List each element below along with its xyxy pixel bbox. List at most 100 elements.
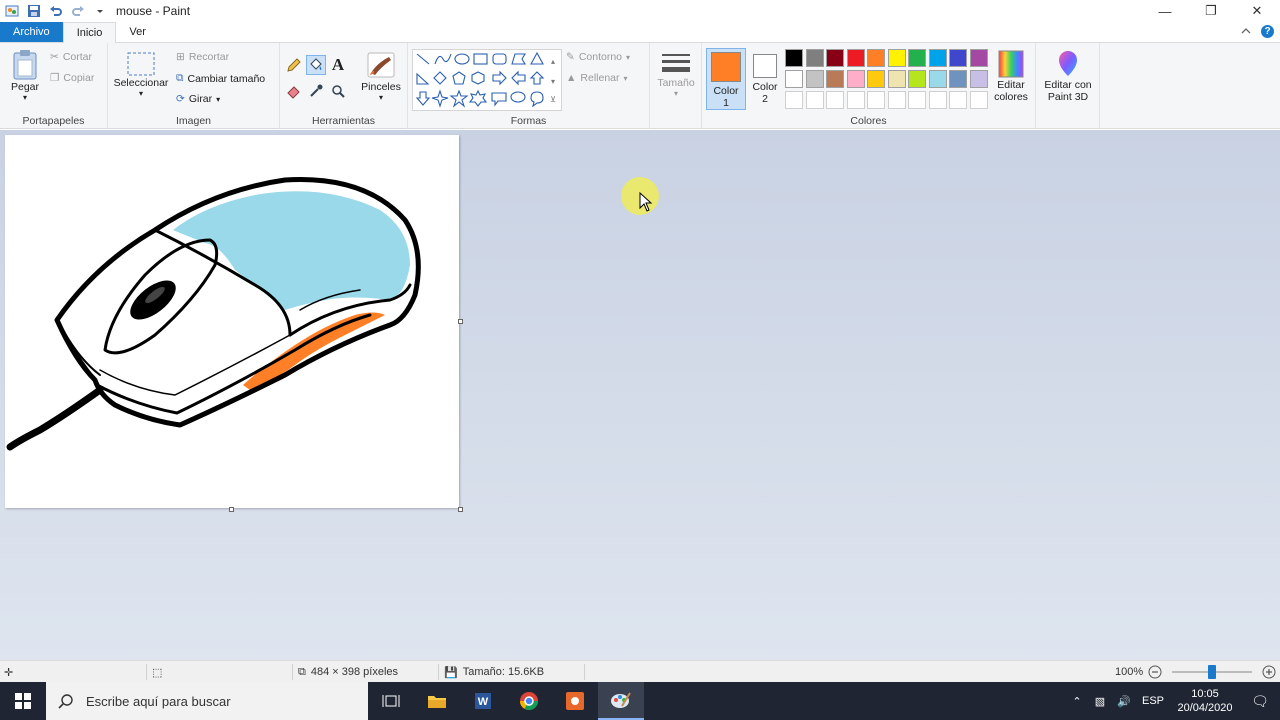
volume-icon[interactable]: 🔊	[1112, 695, 1136, 708]
network-icon[interactable]: ▧	[1088, 695, 1112, 708]
palette-swatch[interactable]	[846, 49, 865, 67]
resize-handle-bottom[interactable]	[229, 507, 234, 512]
shapes-expand-icon[interactable]: ⊻	[546, 89, 560, 109]
outline-button[interactable]: ✎ Contorno ▾	[566, 51, 630, 63]
shapes-scroll-down-icon[interactable]: ▾	[546, 71, 560, 91]
zoom-slider-thumb[interactable]	[1208, 665, 1216, 679]
collapse-ribbon-icon[interactable]	[1241, 26, 1251, 38]
palette-swatch[interactable]	[867, 91, 885, 109]
clipboard-group-label: Portapapeles	[22, 115, 85, 127]
copy-button[interactable]: ❐ Copiar	[50, 72, 94, 84]
palette-swatch[interactable]	[887, 49, 906, 67]
palette-swatch[interactable]	[846, 70, 865, 88]
paste-dropdown-icon[interactable]: ▾	[23, 93, 27, 102]
palette-swatch[interactable]	[805, 91, 824, 109]
select-dropdown-icon[interactable]: ▾	[139, 89, 143, 98]
palette-swatch[interactable]	[826, 91, 844, 109]
palette-swatch[interactable]	[908, 49, 926, 67]
palette-swatch[interactable]	[867, 70, 885, 88]
palette-swatch[interactable]	[785, 70, 803, 88]
palette-swatch[interactable]	[928, 49, 947, 67]
pencil-icon[interactable]	[284, 55, 304, 75]
color-picker-icon[interactable]	[306, 81, 326, 101]
paint-taskbar-button[interactable]	[598, 682, 644, 720]
palette-swatch[interactable]	[887, 70, 906, 88]
palette-swatch[interactable]	[867, 49, 885, 67]
shapes-grid-icon	[415, 51, 545, 108]
resize-handle-right[interactable]	[458, 319, 463, 324]
text-tool-icon[interactable]: A	[328, 55, 348, 75]
palette-swatch[interactable]	[826, 70, 844, 88]
fill-button[interactable]: ▲ Rellenar ▾	[566, 72, 628, 84]
palette-swatch[interactable]	[928, 70, 947, 88]
customize-toolbar-icon[interactable]	[92, 3, 108, 19]
image-group-label: Imagen	[175, 115, 212, 127]
palette-swatch[interactable]	[949, 49, 967, 67]
color2-label: Color 2	[752, 81, 778, 105]
undo-icon[interactable]	[48, 3, 64, 19]
cut-button[interactable]: ✂ Cortar	[50, 51, 92, 63]
palette-swatch[interactable]	[826, 49, 844, 67]
palette-swatch[interactable]	[949, 70, 967, 88]
canvas-workspace[interactable]	[0, 130, 1280, 660]
shapes-scroll-up-icon[interactable]: ▴	[546, 51, 560, 71]
palette-swatch[interactable]	[928, 91, 947, 109]
edit-colors-button[interactable]: Editar colores	[992, 49, 1030, 103]
crop-button[interactable]: ⊞ Recortar	[176, 51, 229, 63]
restore-button[interactable]: ❐	[1188, 0, 1234, 22]
brushes-button[interactable]: Pinceles ▾	[358, 49, 404, 102]
clock[interactable]: 10:05 20/04/2020	[1170, 687, 1240, 715]
minimize-button[interactable]: —	[1142, 0, 1188, 22]
size-button[interactable]: Tamaño ▾	[654, 51, 698, 98]
fill-bucket-icon[interactable]	[306, 55, 326, 75]
palette-swatch[interactable]	[969, 49, 988, 67]
cut-label: Cortar	[62, 51, 92, 63]
palette-swatch[interactable]	[908, 70, 926, 88]
tab-ver[interactable]: Ver	[116, 22, 159, 42]
palette-swatch[interactable]	[887, 91, 906, 109]
resize-handle-corner[interactable]	[458, 507, 463, 512]
close-button[interactable]: ✕	[1234, 0, 1280, 22]
help-icon[interactable]: ?	[1261, 25, 1274, 38]
drawing-canvas[interactable]	[5, 135, 459, 508]
select-button[interactable]: Seleccionar ▾	[112, 51, 170, 98]
save-icon[interactable]	[26, 3, 42, 19]
paint-icon	[611, 692, 631, 708]
rotate-button[interactable]: ⟳ Girar ▾	[176, 93, 220, 105]
zoom-out-button[interactable]	[1148, 661, 1162, 683]
recorder-app-button[interactable]	[552, 682, 598, 720]
color1-button[interactable]: Color 1	[706, 48, 746, 110]
paste-button[interactable]: Pegar ▾	[6, 49, 44, 102]
palette-swatch[interactable]	[969, 70, 988, 88]
redo-icon[interactable]	[70, 3, 86, 19]
palette-swatch[interactable]	[969, 91, 988, 109]
file-explorer-button[interactable]	[414, 682, 460, 720]
magnifier-icon[interactable]	[328, 81, 348, 101]
tab-archivo[interactable]: Archivo	[0, 22, 63, 42]
paste-icon	[13, 50, 37, 80]
svg-text:W: W	[478, 696, 489, 708]
notifications-icon[interactable]: 🗨	[1240, 693, 1280, 710]
eraser-icon[interactable]	[284, 81, 304, 101]
language-indicator[interactable]: ESP	[1136, 695, 1170, 707]
task-view-button[interactable]	[368, 682, 414, 720]
palette-swatch[interactable]	[785, 91, 803, 109]
palette-swatch[interactable]	[805, 70, 824, 88]
chrome-button[interactable]	[506, 682, 552, 720]
color2-button[interactable]: Color 2	[746, 48, 784, 110]
tray-overflow-icon[interactable]: ⌃	[1066, 695, 1088, 708]
edit-colors-label: Editar colores	[994, 79, 1028, 103]
taskbar-search-box[interactable]: Escribe aquí para buscar	[46, 682, 368, 720]
palette-swatch[interactable]	[805, 49, 824, 67]
palette-swatch[interactable]	[908, 91, 926, 109]
resize-button[interactable]: ⧉ Cambiar tamaño	[176, 72, 265, 85]
word-button[interactable]: W	[460, 682, 506, 720]
zoom-in-button[interactable]	[1262, 661, 1276, 683]
palette-swatch[interactable]	[846, 91, 865, 109]
paint-app-icon[interactable]	[4, 3, 20, 19]
palette-swatch[interactable]	[785, 49, 803, 67]
palette-swatch[interactable]	[949, 91, 967, 109]
tab-inicio[interactable]: Inicio	[62, 22, 117, 43]
start-button[interactable]	[0, 682, 46, 720]
edit-paint3d-button[interactable]: Editar con Paint 3D	[1040, 49, 1096, 103]
